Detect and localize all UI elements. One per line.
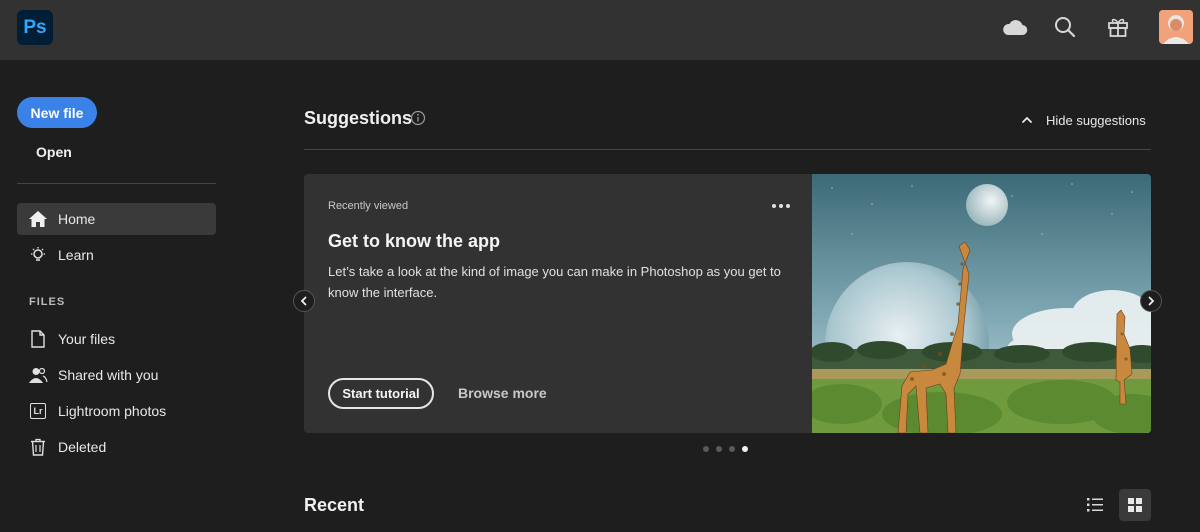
sidebar-item-label: Your files <box>58 331 116 347</box>
sidebar-divider <box>17 183 216 184</box>
chevron-right-icon <box>1148 296 1155 306</box>
hide-suggestions-button[interactable]: Hide suggestions <box>1020 110 1146 130</box>
suggestion-card: Recently viewed Get to know the app Let’… <box>304 174 1151 433</box>
chevron-up-icon <box>1020 113 1034 127</box>
home-icon <box>28 209 48 229</box>
carousel-dot-active[interactable] <box>742 446 748 452</box>
sidebar-item-lightroom-photos[interactable]: Lr Lightroom photos <box>17 395 216 427</box>
top-bar: Ps <box>0 0 1200 60</box>
info-icon[interactable] <box>410 110 426 126</box>
chevron-left-icon <box>300 296 307 306</box>
file-icon <box>28 329 48 349</box>
new-file-button[interactable]: New file <box>17 97 97 128</box>
sidebar-item-label: Shared with you <box>58 367 159 383</box>
suggestions-title: Suggestions <box>304 108 413 128</box>
lightbulb-icon <box>28 245 48 265</box>
grid-view-icon <box>1128 498 1142 512</box>
cloud-icon[interactable] <box>1002 14 1028 40</box>
trash-icon <box>28 437 48 457</box>
open-button[interactable]: Open <box>36 144 72 160</box>
carousel-dot[interactable] <box>716 446 722 452</box>
carousel-prev-button[interactable] <box>293 290 315 312</box>
sidebar-item-home[interactable]: Home <box>17 203 216 235</box>
lightroom-icon-text: Lr <box>30 403 46 419</box>
browse-more-link[interactable]: Browse more <box>458 385 547 401</box>
card-title: Get to know the app <box>328 231 501 251</box>
lightroom-icon: Lr <box>28 401 48 421</box>
sidebar-item-shared-with-you[interactable]: Shared with you <box>17 359 216 391</box>
gift-icon[interactable] <box>1105 14 1131 40</box>
suggestions-divider <box>304 149 1151 150</box>
sidebar-item-label: Deleted <box>58 439 107 455</box>
sidebar-item-label: Lightroom photos <box>58 403 167 419</box>
card-eyebrow: Recently viewed <box>328 200 409 212</box>
recent-title: Recent <box>304 495 365 515</box>
tutorial-thumbnail-image[interactable] <box>802 174 1151 433</box>
hide-suggestions-label: Hide suggestions <box>1046 112 1146 128</box>
photoshop-logo[interactable]: Ps <box>17 10 53 45</box>
search-icon[interactable] <box>1052 14 1078 40</box>
sidebar-item-your-files[interactable]: Your files <box>17 323 216 355</box>
sidebar-item-learn[interactable]: Learn <box>17 239 216 271</box>
carousel-next-button[interactable] <box>1140 290 1162 312</box>
files-section-label: FILES <box>29 296 66 308</box>
avatar[interactable] <box>1159 10 1193 44</box>
card-description: Let’s take a look at the kind of image y… <box>328 264 781 300</box>
grid-view-button[interactable] <box>1119 489 1151 521</box>
shared-users-icon <box>28 365 48 385</box>
carousel-dot[interactable] <box>703 446 709 452</box>
carousel-pagination <box>703 446 748 452</box>
list-view-icon <box>1087 498 1103 512</box>
sidebar-item-label: Learn <box>58 247 94 263</box>
carousel-dot[interactable] <box>729 446 735 452</box>
start-tutorial-button[interactable]: Start tutorial <box>328 378 434 409</box>
sidebar-item-label: Home <box>58 211 96 227</box>
sidebar-item-deleted[interactable]: Deleted <box>17 431 216 463</box>
list-view-button[interactable] <box>1079 489 1111 521</box>
more-options-icon[interactable] <box>770 196 792 216</box>
